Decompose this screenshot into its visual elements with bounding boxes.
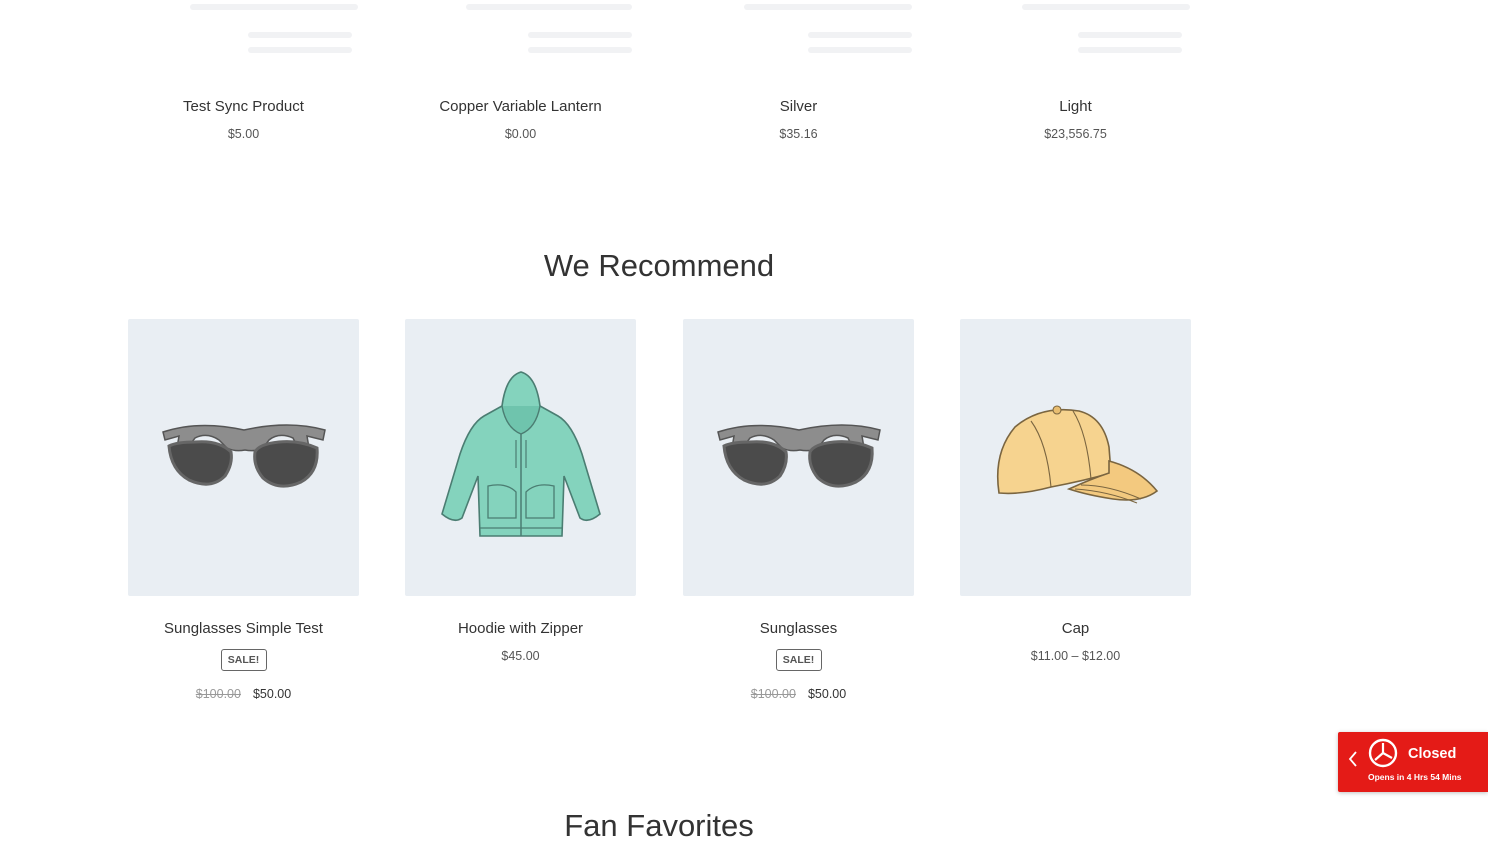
product-name[interactable]: Test Sync Product bbox=[128, 98, 359, 115]
product-price: $0.00 bbox=[504, 127, 537, 141]
product-price: $23,556.75 bbox=[1044, 127, 1107, 141]
sale-badge: SALE! bbox=[775, 649, 822, 671]
product-name[interactable]: Sunglasses bbox=[683, 620, 914, 637]
regular-price: $45.00 bbox=[501, 649, 540, 663]
cap-icon bbox=[996, 404, 1158, 504]
product-image[interactable] bbox=[128, 319, 359, 596]
product-name[interactable]: Light bbox=[960, 98, 1191, 115]
old-price: $100.00 bbox=[750, 687, 796, 701]
product-card[interactable]: Sunglasses SALE! $100.00 $50.00 bbox=[683, 319, 914, 701]
product-item[interactable]: Copper Variable Lantern $0.00 bbox=[405, 98, 636, 141]
old-price: $100.00 bbox=[195, 687, 241, 701]
sale-price: $50.00 bbox=[252, 687, 292, 701]
product-image[interactable] bbox=[960, 319, 1191, 596]
sunglasses-icon bbox=[716, 423, 881, 488]
product-price: $45.00 bbox=[405, 649, 636, 663]
chevron-left-icon[interactable] bbox=[1348, 751, 1358, 772]
product-price: $100.00 $50.00 bbox=[128, 687, 359, 701]
product-card[interactable]: Sunglasses Simple Test SALE! $100.00 $50.… bbox=[128, 319, 359, 701]
product-image[interactable] bbox=[683, 319, 914, 596]
clock-icon bbox=[1368, 738, 1398, 773]
product-item[interactable]: Silver $35.16 bbox=[683, 98, 914, 141]
product-item[interactable]: Test Sync Product $5.00 bbox=[128, 98, 359, 141]
product-price: $100.00 $50.00 bbox=[683, 687, 914, 701]
fan-favorites-heading: Fan Favorites bbox=[564, 808, 754, 843]
product-name[interactable]: Cap bbox=[960, 620, 1191, 637]
product-price: $35.16 bbox=[779, 127, 818, 141]
we-recommend-heading: We Recommend bbox=[543, 248, 775, 283]
store-status-title: Closed bbox=[1408, 746, 1457, 762]
faded-top-strip bbox=[0, 0, 1488, 70]
store-status-widget[interactable]: Closed Opens in 4 Hrs 54 Mins bbox=[1338, 732, 1488, 792]
product-price: $11.00 – $12.00 bbox=[960, 649, 1191, 663]
product-name[interactable]: Sunglasses Simple Test bbox=[128, 620, 359, 637]
price-range: $11.00 – $12.00 bbox=[1030, 649, 1121, 663]
product-card[interactable]: Hoodie with Zipper $45.00 bbox=[405, 319, 636, 663]
sale-price: $50.00 bbox=[807, 687, 847, 701]
product-image[interactable] bbox=[405, 319, 636, 596]
product-name[interactable]: Copper Variable Lantern bbox=[405, 98, 636, 115]
sunglasses-icon bbox=[161, 423, 326, 488]
store-status-subtitle: Opens in 4 Hrs 54 Mins bbox=[1368, 772, 1462, 782]
product-name[interactable]: Silver bbox=[683, 98, 914, 115]
product-item[interactable]: Light $23,556.75 bbox=[960, 98, 1191, 141]
product-card[interactable]: Cap $11.00 – $12.00 bbox=[960, 319, 1191, 663]
hoodie-icon bbox=[440, 370, 601, 537]
sale-badge: SALE! bbox=[220, 649, 267, 671]
product-name[interactable]: Hoodie with Zipper bbox=[405, 620, 636, 637]
product-price: $5.00 bbox=[227, 127, 260, 141]
